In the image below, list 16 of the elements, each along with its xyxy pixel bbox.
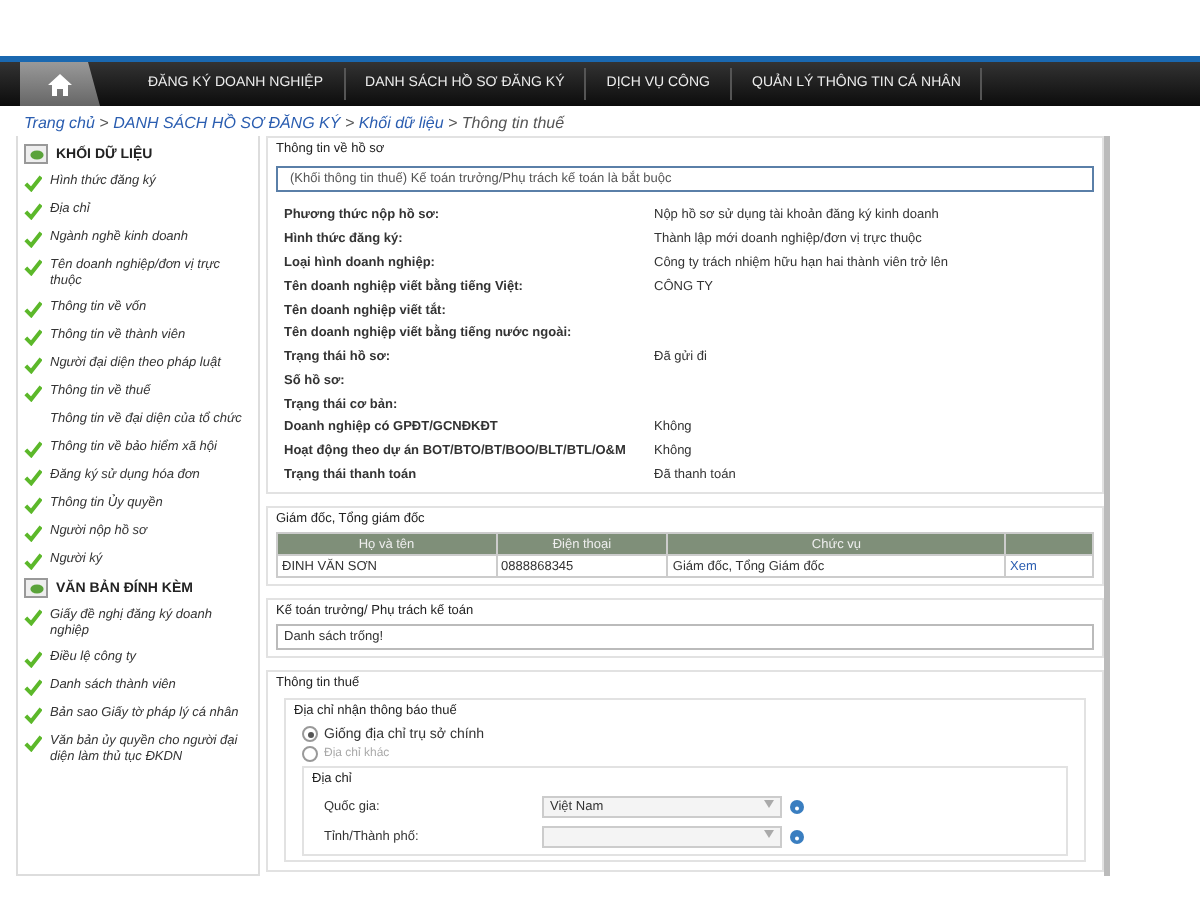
breadcrumb-link[interactable]: Khối dữ liệu: [358, 114, 444, 132]
radio-button[interactable]: [302, 726, 318, 743]
home-icon: [48, 73, 72, 95]
help-icon[interactable]: [790, 800, 804, 815]
breadcrumb-link[interactable]: DANH SÁCH HỒ SƠ ĐĂNG KÝ: [113, 114, 341, 132]
breadcrumb-separator: >: [99, 114, 109, 132]
breadcrumb-separator: >: [448, 114, 458, 132]
select-field[interactable]: [542, 826, 782, 849]
breadcrumb-current: Thông tin thuế: [461, 114, 565, 132]
help-icon[interactable]: [790, 830, 804, 845]
breadcrumb-link[interactable]: Trang chủ: [24, 114, 95, 132]
breadcrumb-separator: >: [344, 114, 355, 132]
caret-icon: [764, 830, 774, 839]
radio-button[interactable]: [302, 746, 318, 763]
caret-icon: [764, 800, 774, 809]
home-button[interactable]: [20, 62, 100, 106]
